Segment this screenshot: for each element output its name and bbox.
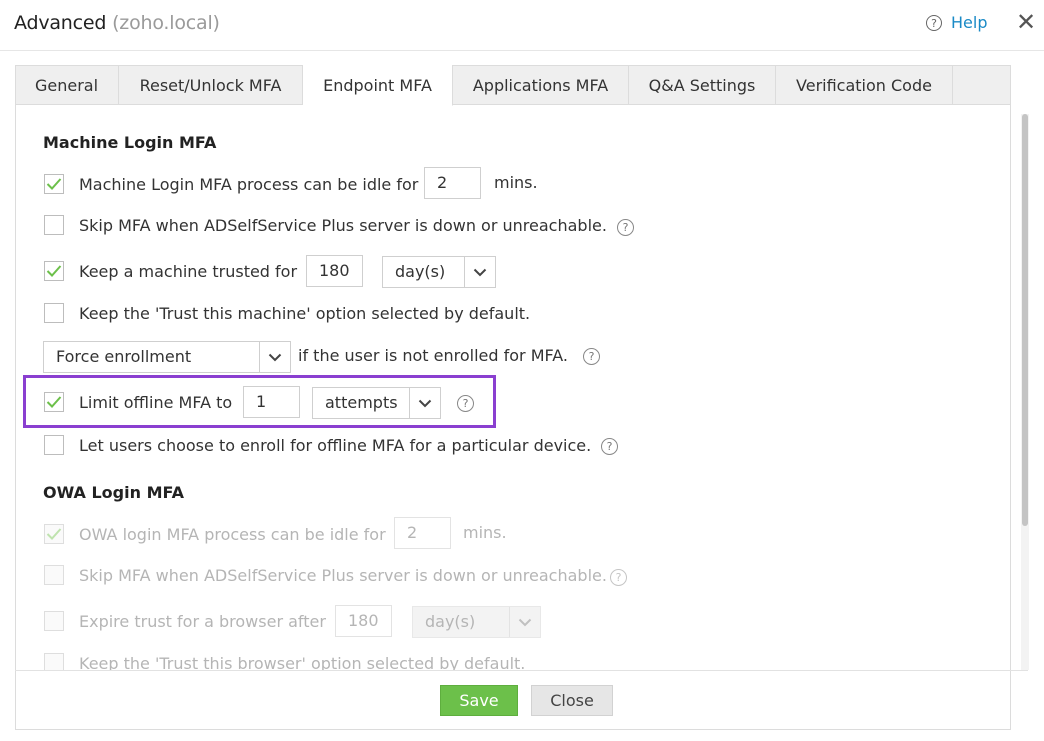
owa-idle-checkbox[interactable] bbox=[44, 524, 64, 544]
machine-idle-label: Machine Login MFA process can be idle fo… bbox=[79, 175, 419, 194]
title-divider bbox=[0, 50, 1044, 51]
machine-skip-checkbox[interactable] bbox=[44, 215, 64, 235]
owa-idle-input[interactable]: 2 bbox=[394, 517, 451, 549]
owa-expire-checkbox[interactable] bbox=[44, 611, 64, 631]
tab-endpoint-mfa[interactable]: Endpoint MFA bbox=[303, 65, 453, 106]
offline-choose-checkbox[interactable] bbox=[44, 435, 64, 455]
scrollbar-thumb[interactable] bbox=[1022, 114, 1028, 526]
machine-skip-info-icon[interactable]: ? bbox=[617, 219, 634, 236]
tab-verification-code[interactable]: Verification Code bbox=[776, 65, 953, 105]
clipped-row: Keep the 'Trust this browser' option sel… bbox=[40, 645, 1010, 670]
tab-qa-settings[interactable]: Q&A Settings bbox=[629, 65, 776, 105]
owa-expire-input[interactable]: 180 bbox=[335, 605, 392, 637]
owa-skip-info-icon[interactable]: ? bbox=[610, 569, 627, 586]
owa-expire-label: Expire trust for a browser after bbox=[79, 612, 326, 631]
owa-expire-unit-select[interactable]: day(s) bbox=[412, 606, 541, 638]
help-label[interactable]: Help bbox=[951, 13, 987, 32]
check-icon bbox=[46, 396, 62, 408]
close-icon[interactable]: ✕ bbox=[1016, 8, 1036, 36]
offline-limit-info-icon[interactable]: ? bbox=[457, 395, 474, 412]
check-icon bbox=[46, 265, 62, 277]
machine-idle-checkbox[interactable] bbox=[44, 174, 64, 194]
dialog-subtitle: (zoho.local) bbox=[112, 12, 220, 34]
owa-trust-default-checkbox[interactable] bbox=[44, 653, 64, 670]
machine-idle-input[interactable]: 2 bbox=[424, 167, 481, 199]
machine-trust-input[interactable]: 180 bbox=[306, 255, 363, 287]
check-icon bbox=[46, 528, 62, 540]
close-button[interactable]: Close bbox=[531, 685, 613, 716]
offline-limit-input[interactable]: 1 bbox=[243, 386, 300, 418]
owa-trust-default-label: Keep the 'Trust this browser' option sel… bbox=[79, 654, 526, 670]
enrollment-select-value: Force enrollment bbox=[56, 347, 192, 366]
machine-trust-default-checkbox[interactable] bbox=[44, 303, 64, 323]
chevron-down-icon bbox=[464, 257, 495, 287]
chevron-down-icon bbox=[409, 388, 440, 418]
owa-idle-suffix: mins. bbox=[463, 523, 507, 542]
owa-idle-label: OWA login MFA process can be idle for bbox=[79, 525, 386, 544]
machine-login-mfa-heading: Machine Login MFA bbox=[43, 133, 217, 152]
dialog-title: Advanced (zoho.local) bbox=[14, 12, 220, 34]
machine-trust-unit-select[interactable]: day(s) bbox=[382, 256, 496, 288]
offline-limit-unit-value: attempts bbox=[325, 393, 398, 412]
check-icon bbox=[46, 178, 62, 190]
offline-limit-checkbox[interactable] bbox=[44, 392, 64, 412]
dialog-title-text: Advanced bbox=[14, 12, 107, 34]
tab-applications-mfa[interactable]: Applications MFA bbox=[453, 65, 629, 105]
machine-idle-suffix: mins. bbox=[494, 173, 538, 192]
tab-general[interactable]: General bbox=[15, 65, 119, 105]
footer-divider bbox=[15, 670, 1028, 671]
help-link[interactable]: ? Help bbox=[926, 13, 987, 32]
machine-trust-label: Keep a machine trusted for bbox=[79, 262, 298, 281]
machine-trust-default-label: Keep the 'Trust this machine' option sel… bbox=[79, 304, 531, 323]
owa-skip-label: Skip MFA when ADSelfService Plus server … bbox=[79, 566, 607, 585]
owa-skip-checkbox[interactable] bbox=[44, 565, 64, 585]
tab-reset-unlock-mfa[interactable]: Reset/Unlock MFA bbox=[119, 65, 303, 105]
chevron-down-icon bbox=[259, 342, 290, 372]
enrollment-info-icon[interactable]: ? bbox=[583, 348, 600, 365]
enrollment-label: if the user is not enrolled for MFA. bbox=[298, 346, 568, 365]
offline-limit-label: Limit offline MFA to bbox=[79, 393, 233, 412]
machine-trust-unit-value: day(s) bbox=[395, 262, 446, 281]
offline-choose-label: Let users choose to enroll for offline M… bbox=[79, 436, 592, 455]
owa-login-mfa-heading: OWA Login MFA bbox=[43, 483, 184, 502]
machine-trust-checkbox[interactable] bbox=[44, 261, 64, 281]
save-button[interactable]: Save bbox=[440, 685, 518, 716]
offline-limit-unit-select[interactable]: attempts bbox=[312, 387, 441, 419]
machine-skip-label: Skip MFA when ADSelfService Plus server … bbox=[79, 216, 607, 235]
enrollment-select[interactable]: Force enrollment bbox=[43, 341, 291, 373]
owa-expire-unit-value: day(s) bbox=[425, 612, 476, 631]
offline-choose-info-icon[interactable]: ? bbox=[601, 438, 618, 455]
chevron-down-icon bbox=[509, 607, 540, 637]
help-circle-icon: ? bbox=[926, 14, 942, 31]
